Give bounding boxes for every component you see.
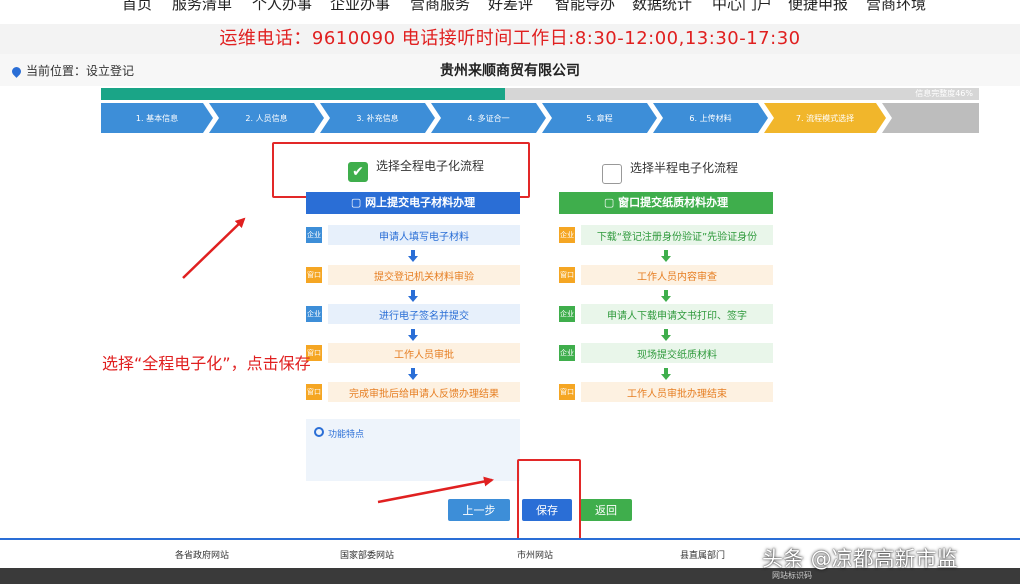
annotation-arrows: [182, 217, 494, 504]
watermark: 头条 @凉都高新市监: [762, 547, 958, 571]
arrow-to-option: [182, 217, 246, 279]
footer-link-4[interactable]: 县直属部门: [680, 548, 725, 561]
footer-link-3[interactable]: 市州网站: [517, 548, 553, 561]
footer-link-2[interactable]: 国家部委网站: [340, 548, 394, 561]
footer-link-1[interactable]: 各省政府网站: [175, 548, 229, 561]
arrow-to-save: [377, 476, 494, 504]
